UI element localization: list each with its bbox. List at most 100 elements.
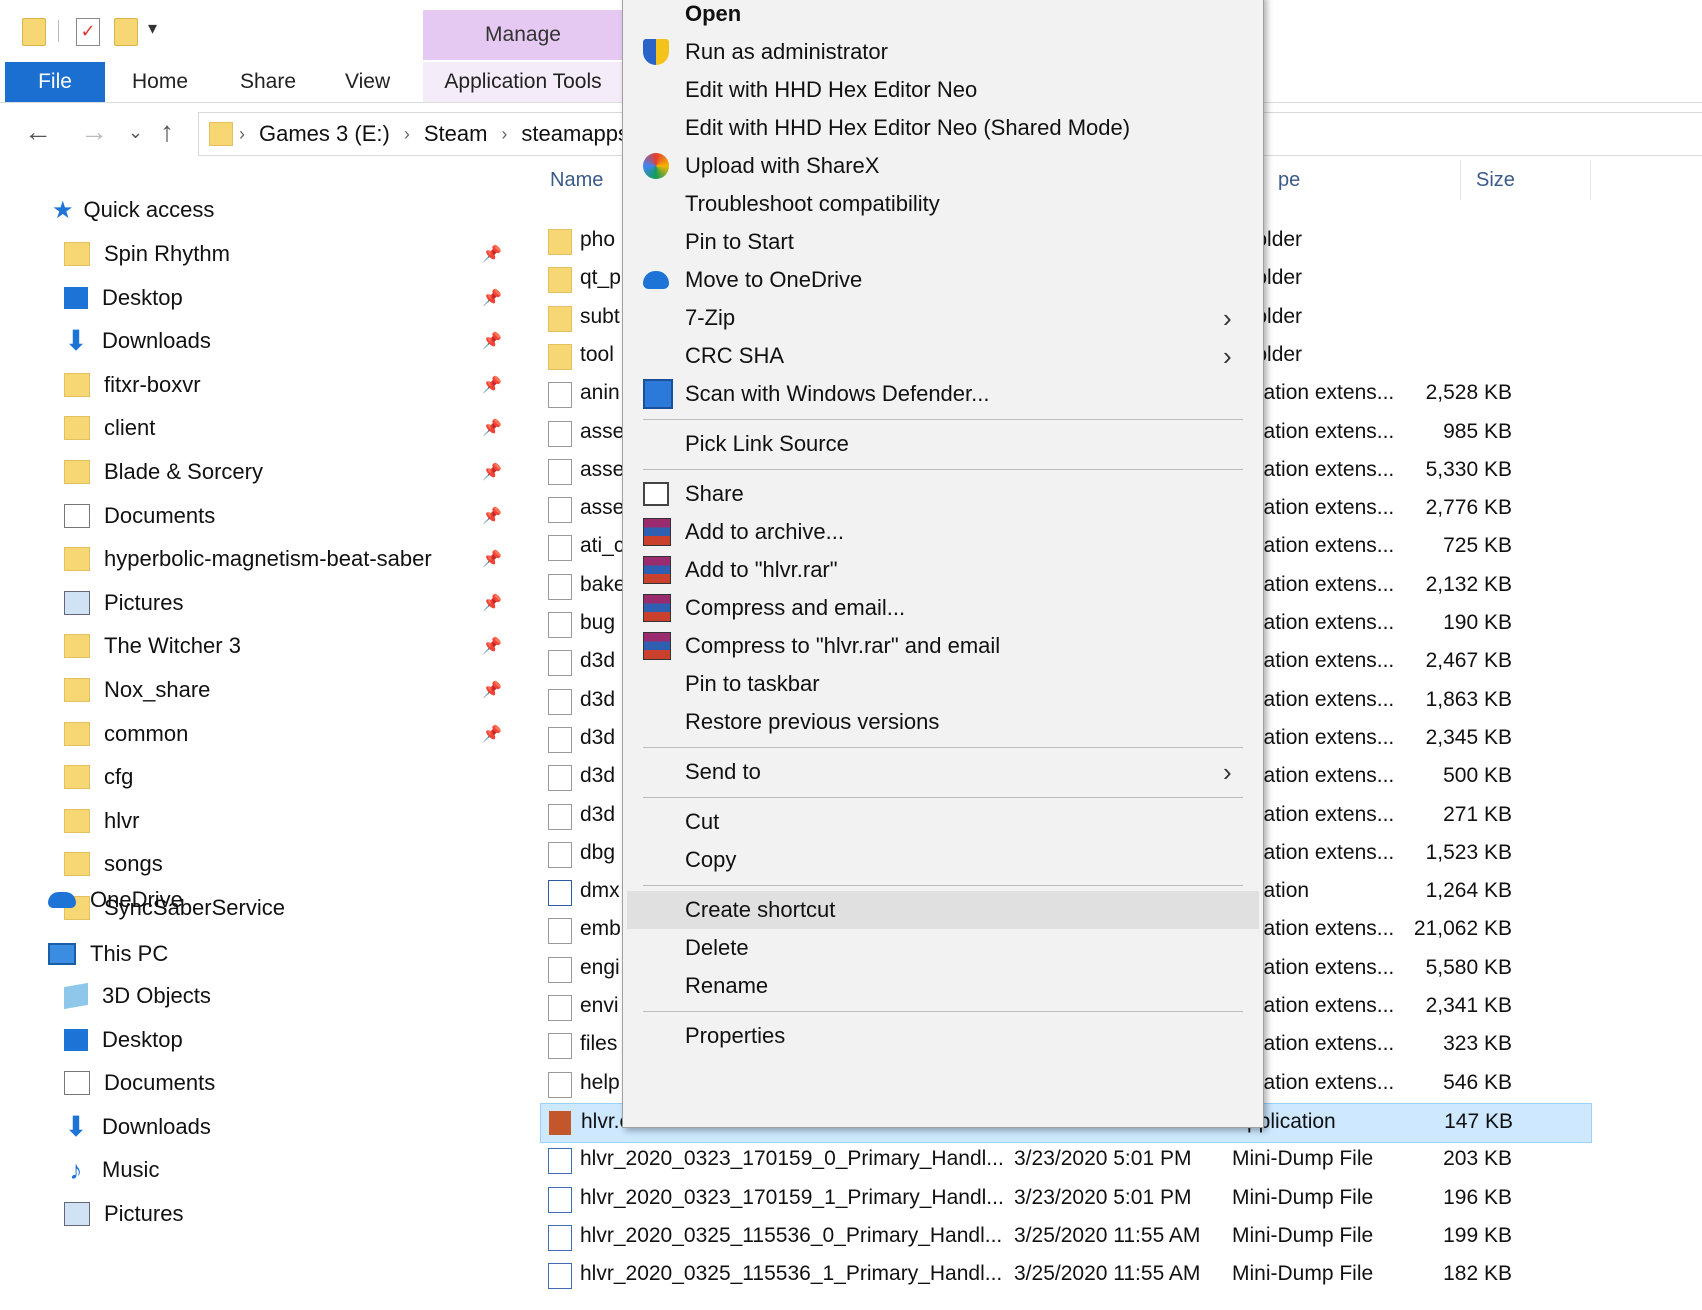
file-name: asse (580, 457, 625, 481)
tab-home[interactable]: Home (132, 62, 188, 102)
breadcrumb-drive[interactable]: Games 3 (E:) (259, 121, 390, 147)
sidebar-item[interactable]: common (64, 714, 188, 754)
tab-application-tools[interactable]: Application Tools (423, 62, 623, 102)
sidebar-item[interactable]: cfg (64, 757, 133, 797)
menu-edit-hhd-shared[interactable]: Edit with HHD Hex Editor Neo (Shared Mod… (623, 109, 1263, 147)
sidebar-item[interactable]: songs (64, 844, 163, 884)
sidebar-item[interactable]: Pictures (64, 1194, 183, 1234)
menu-add-rar[interactable]: Add to "hlvr.rar" (623, 551, 1263, 589)
back-arrow-icon[interactable]: ← (24, 116, 52, 148)
column-divider[interactable] (1460, 160, 1461, 200)
file-name: hlvr_2020_0323_170159_0_Primary_Handl... (580, 1147, 1004, 1171)
sidebar-item[interactable]: Spin Rhythm (64, 234, 230, 274)
toolbar-divider (58, 20, 59, 42)
sidebar-item[interactable]: The Witcher 3 (64, 626, 241, 666)
menu-pick-link[interactable]: Pick Link Source (623, 425, 1263, 463)
sidebar-item[interactable]: Blade & Sorcery (64, 452, 263, 492)
customize-toolbar-icon[interactable]: ▾ (148, 18, 157, 39)
file-size: 500 KB (1443, 764, 1512, 788)
menu-run-as-admin[interactable]: Run as administrator (623, 33, 1263, 71)
breadcrumb-steam[interactable]: Steam (424, 121, 488, 147)
sidebar-item[interactable]: Desktop (64, 1020, 183, 1060)
menu-edit-hhd[interactable]: Edit with HHD Hex Editor Neo (623, 71, 1263, 109)
tab-share[interactable]: Share (240, 62, 296, 102)
new-folder-icon[interactable] (114, 18, 138, 46)
menu-open[interactable]: Open (623, 0, 1263, 33)
tab-view[interactable]: View (345, 62, 390, 102)
column-header-type[interactable]: pe (1278, 160, 1300, 200)
file-icon (548, 688, 572, 715)
sidebar-item[interactable]: Documents (64, 1063, 215, 1103)
sidebar-item[interactable]: ♪ Music (64, 1150, 160, 1190)
forward-arrow-icon[interactable]: → (80, 116, 108, 148)
folder-icon[interactable] (22, 18, 46, 46)
menu-7zip[interactable]: 7-Zip › (623, 299, 1263, 337)
sidebar-item[interactable]: ⬇ Downloads (64, 321, 211, 361)
menu-upload-sharex[interactable]: Upload with ShareX (623, 147, 1263, 185)
menu-send-to[interactable]: Send to › (623, 753, 1263, 791)
menu-label: Compress and email... (685, 595, 906, 620)
winrar-icon (643, 594, 671, 622)
menu-label: Pin to taskbar (685, 671, 820, 696)
breadcrumb-steamapps[interactable]: steamapps (521, 121, 629, 147)
nav-quick-access[interactable]: ★ Quick access (52, 190, 214, 230)
dump-file-icon (548, 1263, 572, 1290)
file-name: d3d (580, 725, 616, 749)
menu-pin-taskbar[interactable]: Pin to taskbar (623, 665, 1263, 703)
desktop-icon (64, 1028, 88, 1051)
sidebar-item[interactable]: hlvr (64, 801, 139, 841)
sidebar-item[interactable]: fitxr-boxvr (64, 365, 201, 405)
nav-onedrive[interactable]: OneDrive (48, 880, 183, 920)
sidebar-item[interactable]: hyperbolic-magnetism-beat-saber (64, 539, 432, 579)
dump-file-icon (548, 1224, 572, 1251)
column-divider[interactable] (1590, 160, 1591, 200)
menu-create-shortcut[interactable]: Create shortcut (627, 891, 1259, 929)
up-arrow-icon[interactable]: ↑ (160, 116, 174, 148)
menu-add-archive[interactable]: Add to archive... (623, 513, 1263, 551)
menu-move-onedrive[interactable]: Move to OneDrive (623, 261, 1263, 299)
sidebar-item[interactable]: client (64, 408, 155, 448)
menu-separator (643, 1011, 1243, 1012)
pin-icon: 📌 (482, 682, 502, 699)
menu-label: Edit with HHD Hex Editor Neo (Shared Mod… (685, 115, 1131, 140)
file-type: Mini-Dump File (1232, 1262, 1374, 1286)
column-header-name[interactable]: Name (550, 160, 603, 200)
menu-properties[interactable]: Properties (623, 1017, 1263, 1055)
properties-check-icon[interactable]: ✓ (76, 18, 100, 46)
sidebar-item-label: songs (104, 851, 163, 877)
menu-share[interactable]: Share (623, 475, 1263, 513)
menu-label: Scan with Windows Defender... (685, 381, 990, 406)
menu-troubleshoot[interactable]: Troubleshoot compatibility (623, 185, 1263, 223)
menu-cut[interactable]: Cut (623, 803, 1263, 841)
file-row[interactable]: hlvr_2020_0323_170159_0_Primary_Handl...… (540, 1141, 1590, 1179)
file-type: Mini-Dump File (1232, 1147, 1374, 1171)
menu-rename[interactable]: Rename (623, 967, 1263, 1005)
sidebar-item[interactable]: Nox_share (64, 670, 210, 710)
menu-crc-sha[interactable]: CRC SHA › (623, 337, 1263, 375)
menu-scan-defender[interactable]: Scan with Windows Defender... (623, 375, 1263, 413)
menu-delete[interactable]: Delete (623, 929, 1263, 967)
menu-label: Upload with ShareX (685, 153, 880, 178)
documents-icon (64, 503, 90, 528)
sidebar-item[interactable]: Pictures (64, 583, 183, 623)
sidebar-item[interactable]: ⬇ Downloads (64, 1107, 211, 1147)
pin-icon: 📌 (482, 333, 502, 351)
hlvr-app-icon (549, 1110, 571, 1135)
menu-compress-rar-email[interactable]: Compress to "hlvr.rar" and email (623, 627, 1263, 665)
menu-pin-start[interactable]: Pin to Start (623, 223, 1263, 261)
sidebar-item-label: Blade & Sorcery (104, 459, 263, 484)
sidebar-item[interactable]: Desktop (64, 278, 183, 318)
tab-file[interactable]: File (5, 62, 105, 102)
sidebar-item[interactable]: Documents (64, 496, 215, 536)
menu-restore-versions[interactable]: Restore previous versions (623, 703, 1263, 741)
sidebar-item[interactable]: 3D Objects (64, 976, 211, 1016)
menu-copy[interactable]: Copy (623, 841, 1263, 879)
column-header-size[interactable]: Size (1476, 160, 1515, 200)
menu-label: CRC SHA (685, 343, 785, 368)
file-row[interactable]: hlvr_2020_0323_170159_1_Primary_Handl...… (540, 1180, 1590, 1218)
file-row[interactable]: hlvr_2020_0325_115536_1_Primary_Handl...… (540, 1256, 1590, 1294)
recent-locations-icon[interactable]: ⌄ (128, 122, 143, 143)
file-row[interactable]: hlvr_2020_0325_115536_0_Primary_Handl...… (540, 1218, 1590, 1256)
nav-this-pc[interactable]: This PC (48, 934, 168, 974)
menu-compress-email[interactable]: Compress and email... (623, 589, 1263, 627)
